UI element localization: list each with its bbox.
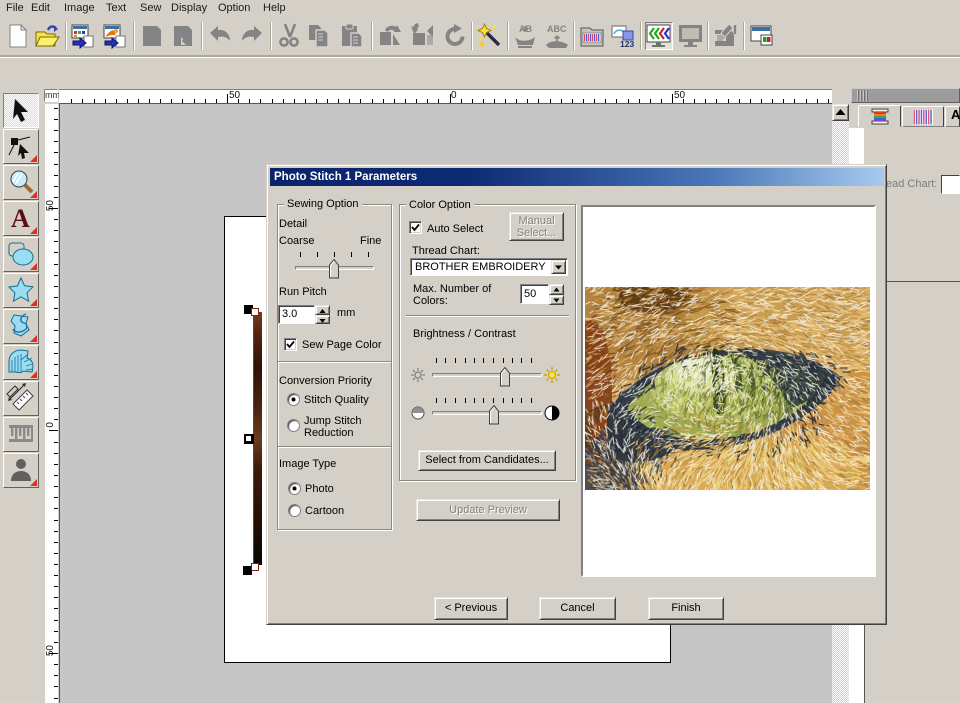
svg-text:123: 123: [620, 39, 634, 49]
svg-text:A: A: [11, 204, 30, 233]
svg-text:ABC: ABC: [547, 24, 567, 34]
